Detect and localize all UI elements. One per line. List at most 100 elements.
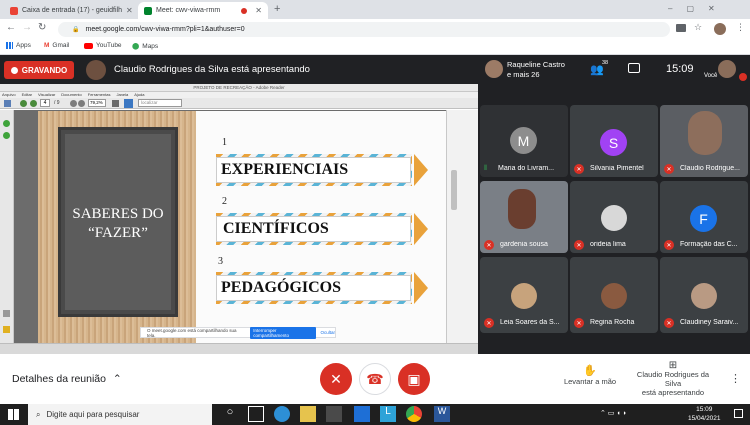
paperclip-icon[interactable] [3, 310, 10, 317]
meeting-details-button[interactable]: Detalhes da reunião ⌃ [12, 373, 122, 385]
chrome-icon[interactable] [406, 406, 422, 422]
fit-page-icon[interactable] [112, 100, 119, 107]
page-number-input[interactable]: 4 [40, 99, 50, 107]
participant-name: Regina Rocha [590, 319, 635, 326]
participant-letter-avatar: F [690, 205, 717, 232]
zoom-select[interactable]: 79,2% [88, 99, 106, 107]
participant-tile[interactable]: ✕ Leia Soares da S... [480, 257, 568, 333]
widgets-icon[interactable] [248, 406, 264, 422]
reader-scrollbar[interactable] [446, 110, 478, 343]
raise-hand-button[interactable]: ✋ Levantar a mão [560, 364, 620, 386]
print-icon[interactable] [4, 100, 11, 107]
close-tab-icon[interactable]: ✕ [255, 6, 262, 15]
tab-meet[interactable]: Meet: cwv-viwa-rmm ✕ [138, 2, 268, 19]
item-number-3: 3 [218, 256, 223, 267]
menu-kebab-icon[interactable]: ⋮ [736, 22, 745, 33]
board-line-2: “FAZER” [88, 225, 148, 241]
participant-tile[interactable]: ✕ Claudiney Saraiv... [660, 257, 748, 333]
bookmark-youtube[interactable]: YouTube [84, 42, 122, 49]
tray-icons[interactable]: ⌃ ▭ ◖ ◗ [600, 409, 627, 417]
scroll-thumb[interactable] [451, 170, 457, 210]
hide-button[interactable]: Ocultar [320, 330, 335, 335]
participant-tile[interactable]: S ✕ Silvania Pimentel [570, 105, 658, 177]
chalkboard-text: SABERES DO “FAZER” [58, 205, 178, 243]
participant-photo-avatar [691, 283, 717, 309]
profile-avatar[interactable] [714, 23, 726, 35]
star-icon[interactable]: ☆ [694, 22, 702, 33]
participant-tile[interactable]: ✕ Claudio Rodrigue... [660, 105, 748, 177]
bookmark-panel-icon[interactable] [3, 132, 10, 139]
tab-gmail[interactable]: Caixa de entrada (17) - geuidfilh ✕ [4, 2, 136, 19]
participant-tile[interactable]: F ✕ Formação das C... [660, 181, 748, 253]
share-notice: O meet.google.com está compartilhando su… [140, 326, 336, 339]
zoom-out-icon[interactable] [70, 100, 77, 107]
prev-page-icon[interactable] [20, 100, 27, 107]
bookmark-maps[interactable]: ⬤ Maps [132, 42, 159, 51]
youtube-icon [84, 42, 93, 49]
host-taskbar-strip [0, 343, 478, 354]
more-options-icon[interactable]: ⋮ [730, 372, 741, 385]
present-screen-icon: ⊞ [668, 360, 678, 371]
mail-icon[interactable] [354, 406, 370, 422]
presentation-button[interactable]: ⊞ Claudio Rodrigues da Silva está aprese… [628, 360, 718, 398]
participant-tile[interactable]: ✕ Regina Rocha [570, 257, 658, 333]
chat-icon[interactable] [628, 63, 640, 73]
next-page-icon[interactable] [30, 100, 37, 107]
share-notice-text: O meet.google.com está compartilhando su… [147, 327, 237, 338]
taskbar-date: 15/04/2021 [688, 415, 721, 422]
app-l-icon[interactable]: L [380, 406, 396, 422]
address-bar[interactable]: 🔒 meet.google.com/cwv-viwa-rmm?pli=1&aut… [58, 22, 670, 37]
bookmark-gmail[interactable]: M Gmail [44, 42, 69, 49]
participant-photo-avatar [601, 205, 627, 231]
camera-toggle-button[interactable]: ▣ [398, 363, 430, 395]
participant-photo-avatar [601, 283, 627, 309]
tab-label: Caixa de entrada (17) - geuidfilh [22, 7, 123, 14]
participant-name: Claudio Rodrigue... [680, 165, 740, 172]
forward-arrow-icon[interactable]: → [22, 22, 32, 33]
apps-grid-icon [6, 42, 13, 49]
taskbar-time: 15:09 [696, 406, 713, 413]
participant-photo-avatar [511, 283, 537, 309]
select-tool-icon[interactable] [124, 99, 133, 108]
zoom-in-icon[interactable] [78, 100, 85, 107]
back-arrow-icon[interactable]: ← [6, 22, 16, 33]
taskbar-search-input[interactable]: ⌕ Digite aqui para pesquisar [28, 404, 212, 425]
reload-icon[interactable]: ↻ [38, 22, 46, 33]
task-view-icon[interactable]: ○ [222, 406, 238, 422]
mic-toggle-button[interactable]: ✕ [320, 363, 352, 395]
mic-off-icon: ✕ [664, 240, 674, 250]
close-tab-icon[interactable]: ✕ [126, 6, 133, 15]
participants-summary[interactable]: Raqueline Castro e mais 26 [507, 60, 565, 80]
presenter-avatar [86, 60, 106, 80]
comment-icon[interactable] [3, 326, 10, 333]
file-explorer-icon[interactable] [300, 406, 316, 422]
participant-tile[interactable]: ✕ orideia lima [570, 181, 658, 253]
windows-start-icon[interactable] [8, 409, 19, 420]
word-icon[interactable]: W [434, 406, 450, 422]
self-avatar [718, 60, 736, 78]
participant-video [688, 111, 722, 155]
leave-call-button[interactable]: ☎ [359, 363, 391, 395]
store-icon[interactable] [326, 406, 342, 422]
bookmark-label: Maps [142, 42, 159, 50]
edge-icon[interactable] [274, 406, 290, 422]
new-tab-button[interactable]: + [274, 3, 280, 15]
bookmark-apps[interactable]: Apps [6, 42, 31, 49]
attachment-icon[interactable] [3, 120, 10, 127]
participant-tile[interactable]: ✕ gardenia sousa [480, 181, 568, 253]
recording-badge: GRAVANDO [4, 61, 74, 79]
mic-off-icon: ✕ [664, 164, 674, 174]
stop-sharing-button[interactable]: Interromper compartilhamento [250, 326, 317, 339]
window-controls[interactable]: –▢✕ [668, 4, 729, 13]
camera-icon[interactable] [676, 24, 686, 32]
url-text: meet.google.com/cwv-viwa-rmm?pli=1&authu… [85, 26, 245, 33]
participant-tile[interactable]: M ⦀ Maria do Livram... [480, 105, 568, 177]
participant-video [508, 189, 536, 229]
notifications-icon[interactable] [734, 409, 743, 418]
taskbar-clock[interactable]: 15:09 15/04/2021 [688, 405, 721, 423]
reader-search-input[interactable]: localizar [138, 99, 182, 107]
gmail-favicon-icon [10, 6, 18, 15]
camera-off-icon: ▣ [407, 370, 421, 387]
mic-off-icon: ✕ [484, 318, 494, 328]
self-label: Você [704, 73, 718, 79]
